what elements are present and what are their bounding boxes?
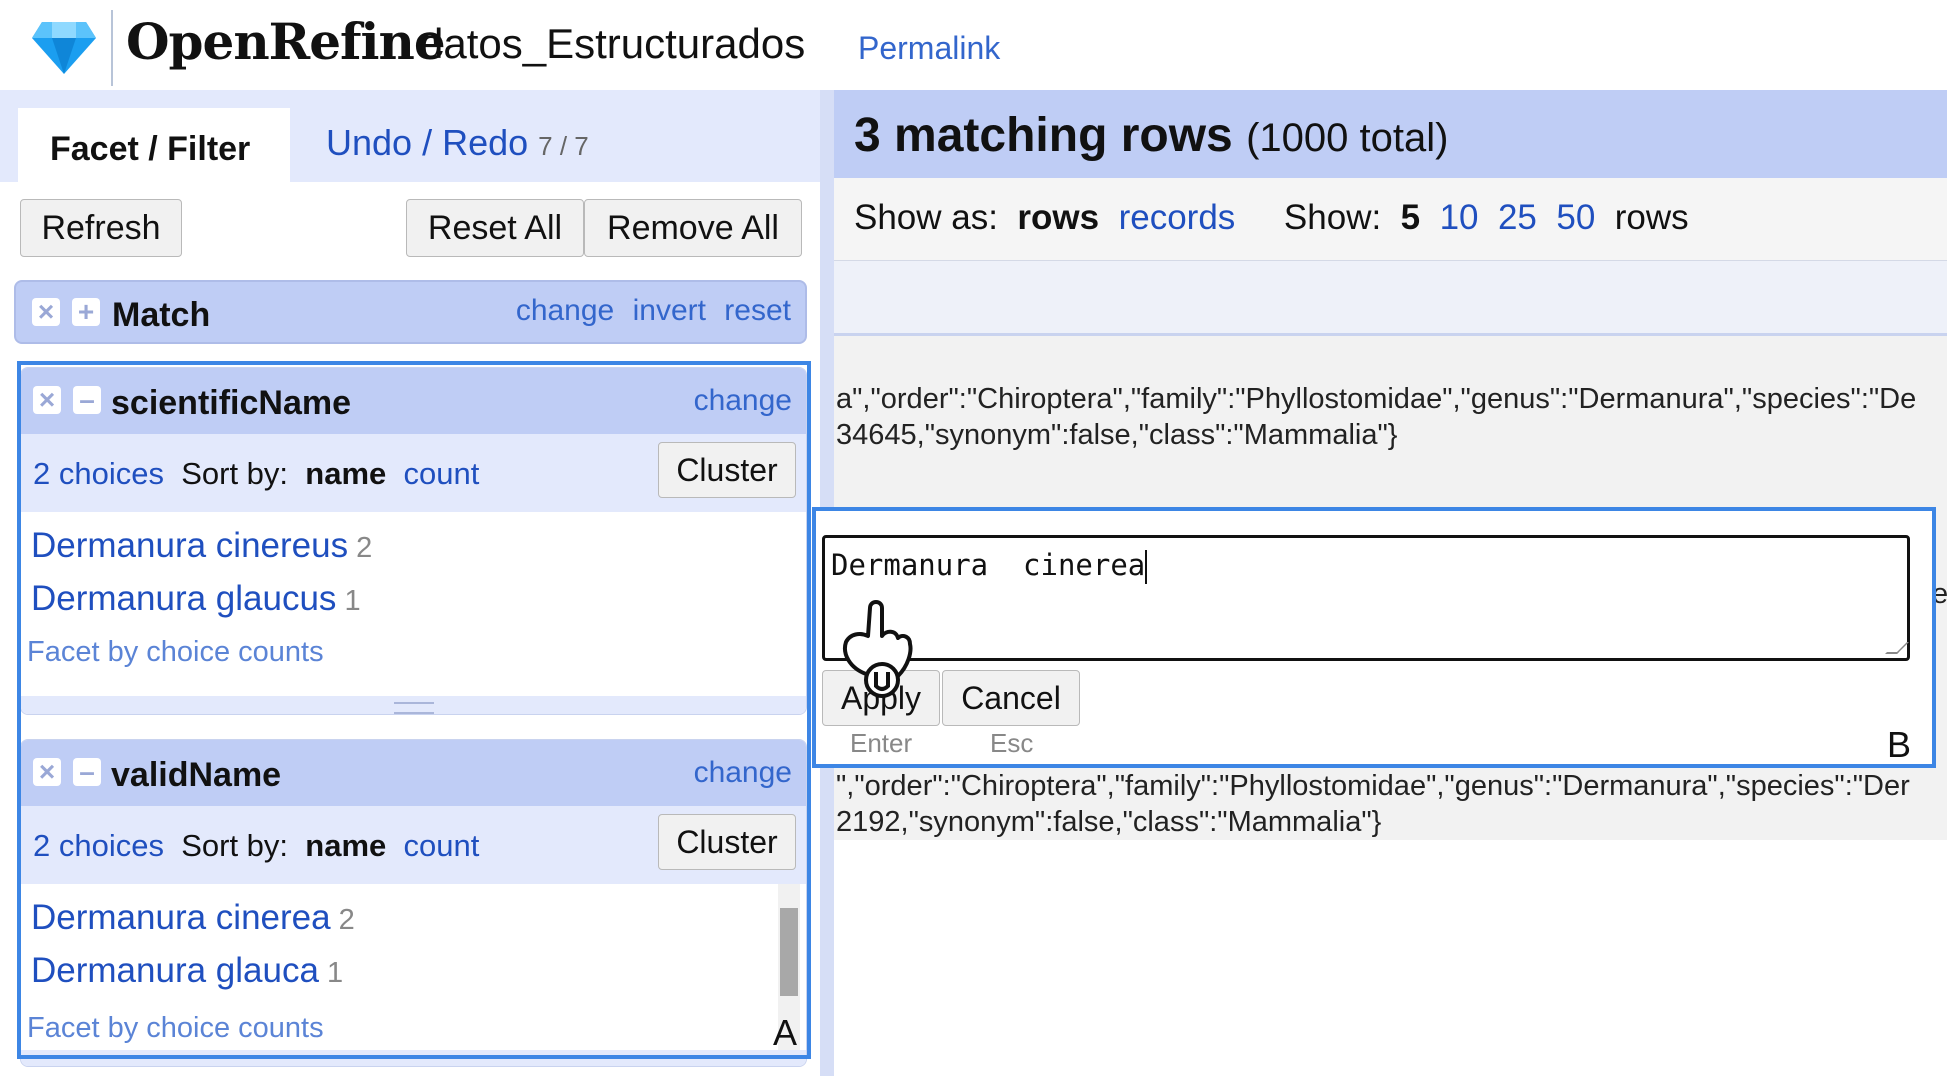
show-as-label: Show as: [854,198,998,237]
show-as-records-link[interactable]: records [1119,198,1236,237]
app-header: OpenRefine datos_Estructurados Permalink [0,0,1947,90]
resize-grip-icon[interactable] [1885,642,1909,654]
tab-facet-filter[interactable]: Facet / Filter [18,108,290,182]
permalink-link[interactable]: Permalink [858,30,1000,67]
view-options-bar: Show as: rows records Show: 5 10 25 50 r… [834,178,1947,260]
json-cell-row2-line1: ","order":"Chiroptera","family":"Phyllos… [836,770,1910,802]
annotation-label-b: B [1887,724,1912,765]
rows-suffix: rows [1614,198,1689,237]
page-size-25[interactable]: 25 [1498,198,1537,237]
reset-all-button[interactable]: Reset All [406,199,584,257]
remove-all-button[interactable]: Remove All [584,199,802,257]
match-reset-link[interactable]: reset [724,294,791,327]
cell-value-text: Dermanura cinerea [831,548,1146,582]
app-brand[interactable]: OpenRefine [126,12,446,71]
match-change-link[interactable]: change [516,294,614,327]
match-facet-links: change invert reset [506,294,791,328]
match-invert-link[interactable]: invert [633,294,706,327]
expand-icon[interactable]: + [72,298,100,326]
page-size-10[interactable]: 10 [1440,198,1479,237]
header-separator [111,10,113,86]
show-as-rows[interactable]: rows [1017,198,1099,237]
view-options: Show as: rows records Show: 5 10 25 50 r… [854,198,1689,238]
refresh-button[interactable]: Refresh [20,199,182,257]
results-header: 3 matching rows (1000 total) [834,90,1947,178]
page-size-5[interactable]: 5 [1401,198,1420,237]
json-cell-row1-line1: a","order":"Chiroptera","family":"Phyllo… [836,383,1917,415]
page-size-50[interactable]: 50 [1556,198,1595,237]
diamond-logo-icon[interactable] [30,20,98,76]
json-cell-row2-line2: 2192,"synonym":false,"class":"Mammalia"} [836,806,1382,838]
cancel-button[interactable]: Cancel [942,670,1080,726]
apply-shortcut-hint: Enter [850,728,913,758]
undo-count: 7 / 7 [538,131,589,161]
cell-value-textarea[interactable]: Dermanura cinerea [822,535,1910,661]
data-grid-header [834,260,1947,336]
annotation-outline-a [17,361,811,1059]
text-caret [1145,550,1148,584]
match-facet: × + Match change invert reset [14,280,807,344]
show-label: Show: [1283,198,1382,237]
tab-undo-redo[interactable]: Undo / Redo 7 / 7 [326,122,589,164]
hand-pointer-icon [843,600,913,698]
annotation-label-a: A [773,1012,798,1053]
project-name[interactable]: datos_Estructurados [420,20,805,68]
matching-rows-summary: 3 matching rows (1000 total) [854,108,1448,163]
close-icon[interactable]: × [32,298,60,326]
json-cell-row1-line2: 34645,"synonym":false,"class":"Mammalia"… [836,419,1398,451]
match-facet-title: Match [112,296,211,334]
tab-undo-redo-label: Undo / Redo [326,122,529,163]
cancel-shortcut-hint: Esc [990,728,1034,758]
matching-count: 3 matching rows [854,109,1233,162]
total-count: (1000 total) [1246,116,1449,160]
